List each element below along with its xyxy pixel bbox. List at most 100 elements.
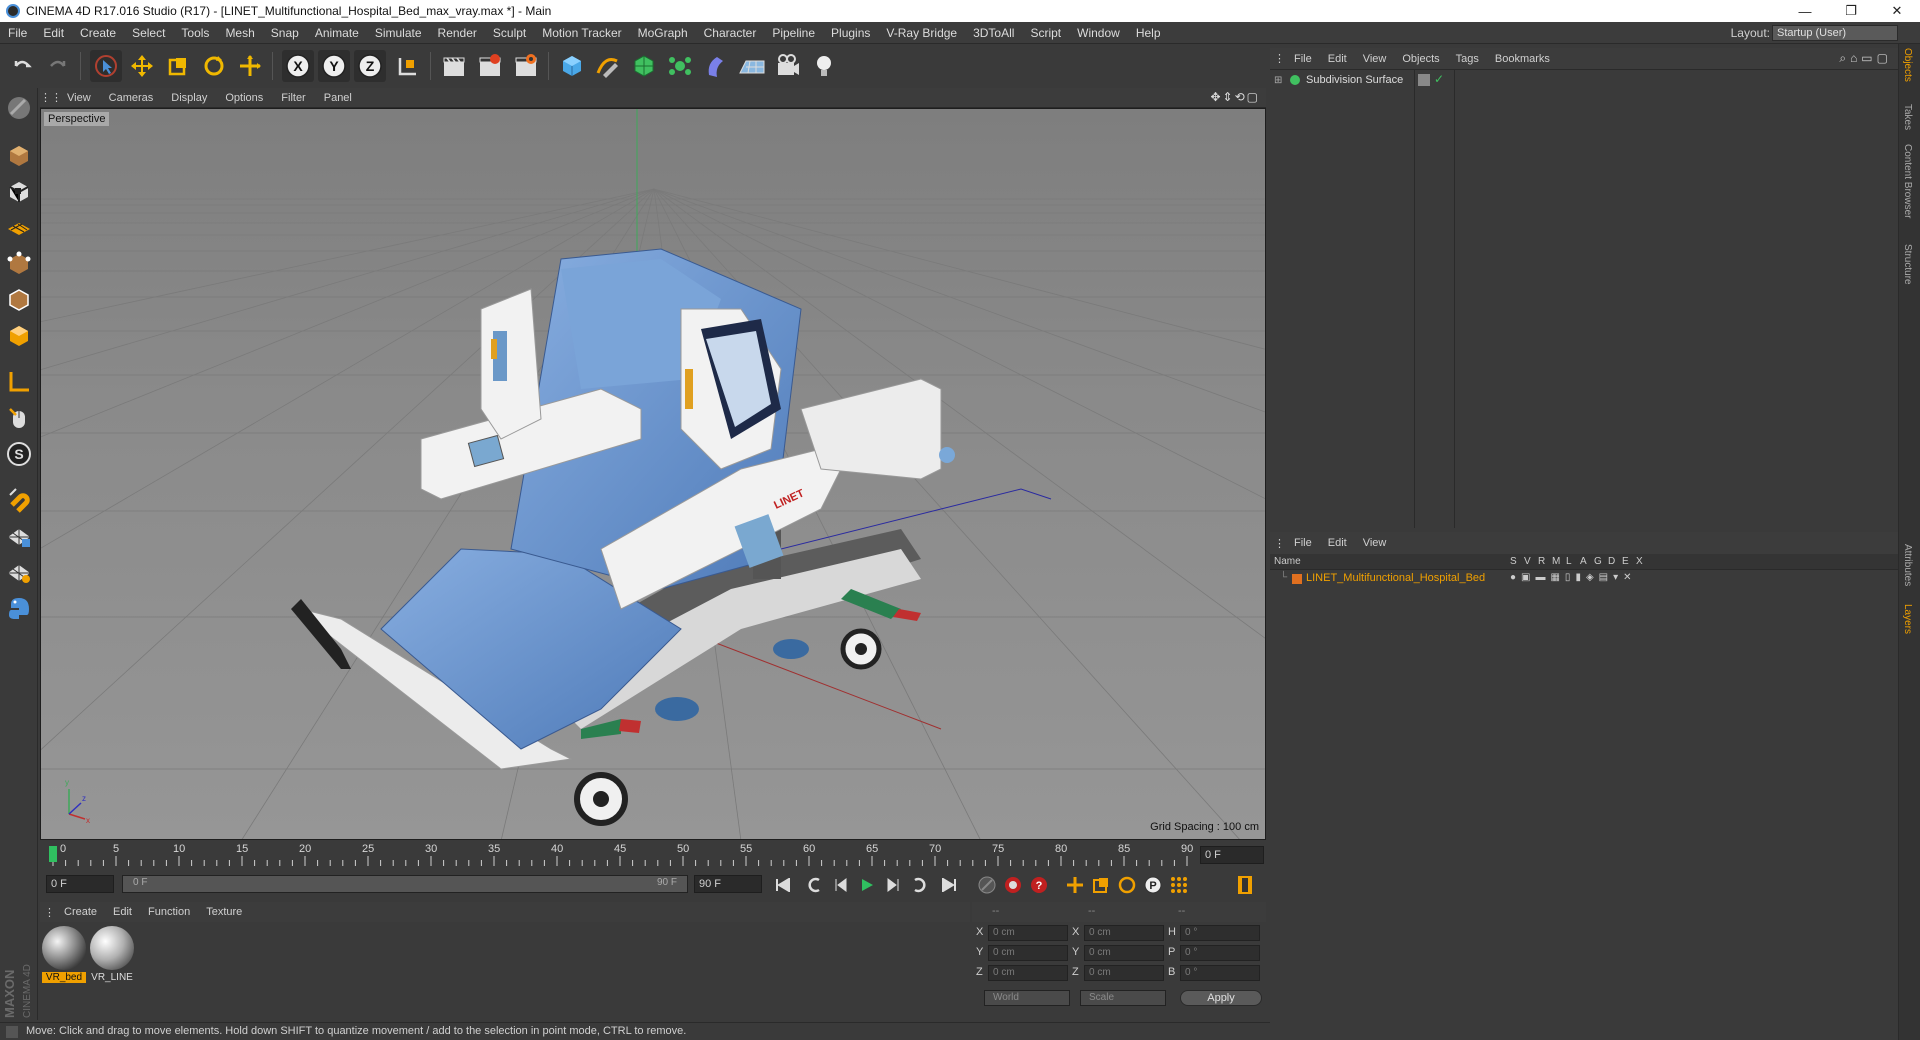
timeline-ruler[interactable]: 0 5 10 15 20 25 30 35 40 45 50 55 60 65 … bbox=[40, 842, 1266, 868]
menu-create[interactable]: Create bbox=[72, 26, 124, 40]
go-to-end-button[interactable] bbox=[936, 873, 962, 897]
live-selection-button[interactable] bbox=[90, 50, 122, 82]
tab-takes[interactable]: Takes bbox=[1902, 104, 1913, 130]
menu-animate[interactable]: Animate bbox=[307, 26, 367, 40]
material-menu-texture[interactable]: Texture bbox=[198, 906, 250, 918]
position-y-field[interactable]: 0 cm bbox=[988, 945, 1068, 961]
viewport-menu-view[interactable]: View bbox=[58, 92, 100, 104]
position-key-button[interactable] bbox=[1062, 873, 1088, 897]
perspective-viewport[interactable]: LINET y x z Perspective Grid Spacing : 1… bbox=[40, 108, 1266, 840]
menu-file[interactable]: File bbox=[0, 26, 35, 40]
python-button[interactable] bbox=[3, 592, 35, 624]
tab-structure[interactable]: Structure bbox=[1902, 244, 1913, 285]
layout-dropdown[interactable]: Startup (User) bbox=[1772, 25, 1898, 41]
object-menu-bookmarks[interactable]: Bookmarks bbox=[1487, 53, 1558, 65]
viewport-menu-cameras[interactable]: Cameras bbox=[100, 92, 163, 104]
tab-content-browser[interactable]: Content Browser bbox=[1902, 144, 1913, 218]
viewport-menu-panel[interactable]: Panel bbox=[315, 92, 361, 104]
end-frame-field[interactable]: 90 F bbox=[694, 875, 762, 893]
menu-edit[interactable]: Edit bbox=[35, 26, 72, 40]
autokeying-button[interactable] bbox=[1000, 873, 1026, 897]
position-x-field[interactable]: 0 cm bbox=[988, 925, 1068, 941]
previous-frame-button[interactable] bbox=[828, 873, 854, 897]
scale-button[interactable] bbox=[162, 50, 194, 82]
menu-pipeline[interactable]: Pipeline bbox=[764, 26, 823, 40]
object-menu-tags[interactable]: Tags bbox=[1448, 53, 1487, 65]
cube-primitive-button[interactable] bbox=[556, 50, 588, 82]
menu-3dtoall[interactable]: 3DToAll bbox=[965, 26, 1022, 40]
next-key-button[interactable] bbox=[906, 873, 932, 897]
record-active-objects-button[interactable] bbox=[974, 873, 1000, 897]
tab-layers[interactable]: Layers bbox=[1902, 604, 1913, 634]
edges-mode-button[interactable] bbox=[3, 284, 35, 316]
object-manager-search-home-icons[interactable]: ⌕⌂▭▢ bbox=[1839, 51, 1892, 66]
size-mode-dropdown[interactable]: Scale bbox=[1080, 990, 1166, 1006]
current-frame-field[interactable]: 0 F bbox=[1200, 846, 1264, 864]
size-x-field[interactable]: 0 cm bbox=[1084, 925, 1164, 941]
rotate-button[interactable] bbox=[198, 50, 230, 82]
timeline-layout-button[interactable] bbox=[1232, 873, 1258, 897]
snap-button[interactable] bbox=[3, 484, 35, 516]
floor-button[interactable] bbox=[736, 50, 768, 82]
menu-motion-tracker[interactable]: Motion Tracker bbox=[534, 26, 629, 40]
object-menu-edit[interactable]: Edit bbox=[1320, 53, 1355, 65]
rotation-h-field[interactable]: 0 ° bbox=[1180, 925, 1260, 941]
minimize-button[interactable]: — bbox=[1782, 0, 1828, 22]
visibility-dots-icon[interactable] bbox=[1418, 74, 1430, 86]
material-menu-create[interactable]: Create bbox=[56, 906, 105, 918]
render-settings-button[interactable] bbox=[510, 50, 542, 82]
preview-range-slider[interactable]: 0 F 90 F bbox=[122, 875, 688, 893]
scale-key-button[interactable] bbox=[1088, 873, 1114, 897]
material-menu-edit[interactable]: Edit bbox=[105, 906, 140, 918]
parameter-key-button[interactable]: P bbox=[1140, 873, 1166, 897]
size-y-field[interactable]: 0 cm bbox=[1084, 945, 1164, 961]
cloner-button[interactable] bbox=[664, 50, 696, 82]
x-axis-lock-button[interactable]: X bbox=[282, 50, 314, 82]
size-z-field[interactable]: 0 cm bbox=[1084, 965, 1164, 981]
viewport-menu-options[interactable]: Options bbox=[216, 92, 272, 104]
move-button[interactable] bbox=[126, 50, 158, 82]
position-z-field[interactable]: 0 cm bbox=[988, 965, 1068, 981]
tab-attributes[interactable]: Attributes bbox=[1902, 544, 1913, 586]
tab-objects[interactable]: Objects bbox=[1902, 48, 1913, 82]
material-menu-function[interactable]: Function bbox=[140, 906, 198, 918]
coordinate-system-button[interactable] bbox=[392, 50, 424, 82]
layer-color-swatch[interactable] bbox=[1292, 574, 1302, 584]
camera-button[interactable] bbox=[772, 50, 804, 82]
polygons-mode-button[interactable] bbox=[3, 320, 35, 352]
point-level-key-button[interactable] bbox=[1166, 873, 1192, 897]
menu-sculpt[interactable]: Sculpt bbox=[485, 26, 534, 40]
object-menu-objects[interactable]: Objects bbox=[1394, 53, 1447, 65]
enable-snap-grid-button[interactable] bbox=[3, 520, 35, 552]
rotation-b-field[interactable]: 0 ° bbox=[1180, 965, 1260, 981]
menu-help[interactable]: Help bbox=[1128, 26, 1169, 40]
spline-pen-button[interactable] bbox=[592, 50, 624, 82]
model-mode-button[interactable] bbox=[3, 140, 35, 172]
viewport-menu-filter[interactable]: Filter bbox=[272, 92, 314, 104]
keyframe-selection-button[interactable]: ? bbox=[1026, 873, 1052, 897]
subdivision-surface-button[interactable] bbox=[628, 50, 660, 82]
layer-flag-icons[interactable]: ●▣▬▦▯▮◈▤▾✕ bbox=[1510, 572, 1636, 583]
menu-character[interactable]: Character bbox=[696, 26, 765, 40]
render-view-button[interactable] bbox=[438, 50, 470, 82]
viewport-menu-display[interactable]: Display bbox=[162, 92, 216, 104]
menu-mesh[interactable]: Mesh bbox=[217, 26, 262, 40]
menu-vray-bridge[interactable]: V-Ray Bridge bbox=[878, 26, 965, 40]
workplane-mode-button[interactable] bbox=[3, 212, 35, 244]
redo-button[interactable] bbox=[42, 50, 74, 82]
layer-menu-view[interactable]: View bbox=[1355, 537, 1395, 549]
menu-mograph[interactable]: MoGraph bbox=[630, 26, 696, 40]
texture-mode-button[interactable] bbox=[3, 176, 35, 208]
deformer-button[interactable] bbox=[700, 50, 732, 82]
z-axis-lock-button[interactable]: Z bbox=[354, 50, 386, 82]
rotation-key-button[interactable] bbox=[1114, 873, 1140, 897]
maximize-button[interactable]: ❐ bbox=[1828, 0, 1874, 22]
previous-key-button[interactable] bbox=[802, 873, 828, 897]
menu-script[interactable]: Script bbox=[1022, 26, 1069, 40]
go-to-start-button[interactable] bbox=[770, 873, 796, 897]
menu-select[interactable]: Select bbox=[124, 26, 173, 40]
close-button[interactable]: ✕ bbox=[1874, 0, 1920, 22]
start-frame-field[interactable]: 0 F bbox=[46, 875, 114, 893]
render-picture-viewer-button[interactable] bbox=[474, 50, 506, 82]
apply-button[interactable]: Apply bbox=[1180, 990, 1262, 1006]
